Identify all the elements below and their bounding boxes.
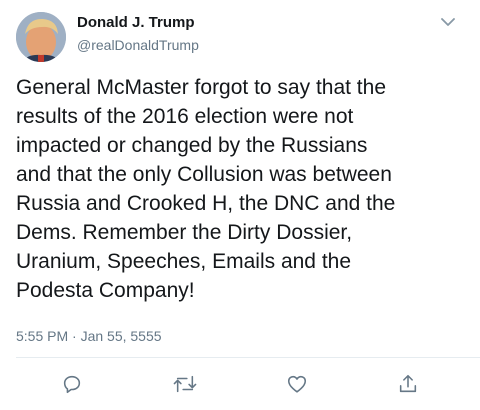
tweet-text: General McMaster forgot to say that the … xyxy=(16,76,396,302)
avatar[interactable] xyxy=(16,12,66,62)
divider xyxy=(16,357,480,358)
avatar-image xyxy=(16,12,66,62)
tweet-menu-button[interactable] xyxy=(436,12,460,32)
reply-button[interactable] xyxy=(60,372,84,396)
heart-icon xyxy=(287,375,307,393)
author-handle[interactable]: @realDonaldTrump xyxy=(77,36,199,54)
share-button[interactable] xyxy=(396,372,420,396)
share-icon xyxy=(399,374,417,393)
tweet-timestamp[interactable]: 5:55 PM · Jan 55, 5555 xyxy=(16,327,162,345)
retweet-button[interactable] xyxy=(173,372,197,396)
reply-icon xyxy=(63,375,81,394)
retweet-icon xyxy=(173,375,197,393)
like-button[interactable] xyxy=(285,372,309,396)
tweet-card: Donald J. Trump @realDonaldTrump General… xyxy=(0,0,480,410)
chevron-down-icon xyxy=(441,17,455,26)
author-display-name[interactable]: Donald J. Trump xyxy=(77,14,195,32)
